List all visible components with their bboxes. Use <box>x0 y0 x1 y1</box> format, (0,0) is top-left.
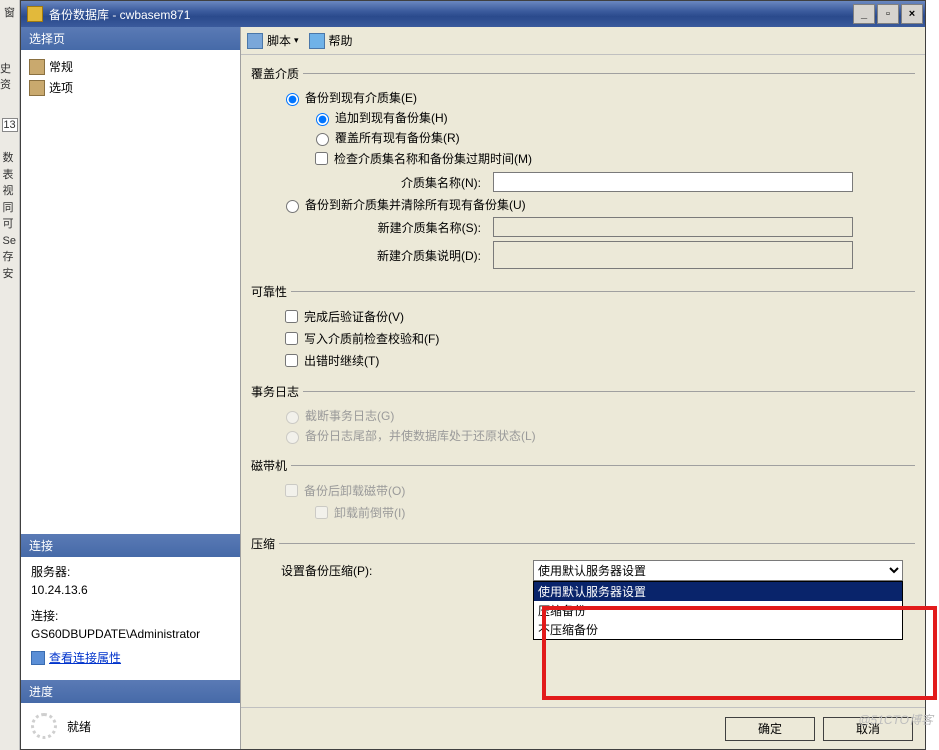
help-label: 帮助 <box>329 32 353 49</box>
backup-existing-radio[interactable] <box>286 93 299 106</box>
new-media-desc-label: 新建介质集说明(D): <box>291 247 481 264</box>
close-button[interactable]: × <box>901 4 923 24</box>
chevron-down-icon: ▾ <box>294 35 299 46</box>
rewind-checkbox <box>315 506 328 519</box>
watermark: @51CTO博客 <box>858 711 933 728</box>
titlebar: 备份数据库 - cwbasem871 _ ▫ × <box>21 1 925 27</box>
new-media-desc-input <box>493 241 853 269</box>
progress-status: 就绪 <box>67 718 91 735</box>
new-media-name-input <box>493 217 853 237</box>
radio-label: 备份日志尾部，并使数据库处于还原状态(L) <box>305 427 536 444</box>
backup-new-media-radio[interactable] <box>286 200 299 213</box>
help-button[interactable]: 帮助 <box>309 32 353 49</box>
server-label: 服务器: <box>31 563 230 581</box>
compress-option-default[interactable]: 使用默认服务器设置 <box>534 582 902 601</box>
link-label: 查看连接属性 <box>49 649 121 667</box>
group-legend: 可靠性 <box>251 283 291 300</box>
radio-label: 追加到现有备份集(H) <box>335 109 448 126</box>
radio-label: 截断事务日志(G) <box>305 407 394 424</box>
script-icon <box>247 33 263 49</box>
checkbox-label: 检查介质集名称和备份集过期时间(M) <box>334 150 532 167</box>
append-radio[interactable] <box>316 113 329 126</box>
checkbox-label: 写入介质前检查校验和(F) <box>304 330 439 347</box>
radio-label: 覆盖所有现有备份集(R) <box>335 129 460 146</box>
group-legend: 磁带机 <box>251 457 291 474</box>
window-title: 备份数据库 - cwbasem871 <box>49 6 851 23</box>
connection-panel: 服务器: 10.24.13.6 连接: GS60DBUPDATE\Adminis… <box>21 557 240 680</box>
view-connection-properties-link[interactable]: 查看连接属性 <box>31 649 121 667</box>
form-area: 覆盖介质 备份到现有介质集(E) 追加到现有备份集(H) 覆盖所有现有备份集(R… <box>241 55 925 707</box>
unload-tape-checkbox <box>285 484 298 497</box>
new-media-name-label: 新建介质集名称(S): <box>291 219 481 236</box>
checksum-checkbox[interactable] <box>285 332 298 345</box>
media-name-label: 介质集名称(N): <box>291 174 481 191</box>
continue-on-error-checkbox[interactable] <box>285 354 298 367</box>
truncate-log-radio <box>286 411 299 424</box>
group-legend: 事务日志 <box>251 383 303 400</box>
radio-label: 备份到现有介质集(E) <box>305 89 417 106</box>
server-value: 10.24.13.6 <box>31 581 230 599</box>
checkbox-label: 备份后卸载磁带(O) <box>304 482 405 499</box>
compress-select-wrap: 使用默认服务器设置 使用默认服务器设置 压缩备份 不压缩备份 <box>533 560 903 581</box>
dialog-footer: 确定 取消 <box>241 707 925 749</box>
verify-checkbox[interactable] <box>285 310 298 323</box>
progress-panel: 就绪 <box>21 703 240 749</box>
progress-spinner-icon <box>31 713 57 739</box>
connection-header: 连接 <box>21 534 240 557</box>
sidebar-item-options[interactable]: 选项 <box>29 77 234 98</box>
reliability-group: 可靠性 完成后验证备份(V) 写入介质前检查校验和(F) 出错时继续(T) <box>251 283 915 375</box>
txlog-group: 事务日志 截断事务日志(G) 备份日志尾部，并使数据库处于还原状态(L) <box>251 383 915 449</box>
compress-label: 设置备份压缩(P): <box>281 562 521 579</box>
tape-group: 磁带机 备份后卸载磁带(O) 卸载前倒带(I) <box>251 457 915 527</box>
media-name-input[interactable] <box>493 172 853 192</box>
progress-header: 进度 <box>21 680 240 703</box>
radio-label: 备份到新介质集并清除所有现有备份集(U) <box>305 196 526 213</box>
minimize-button[interactable]: _ <box>853 4 875 24</box>
sidebar: 选择页 常规 选项 连接 服务器: 10.24.13.6 连接: GS60DBU… <box>21 27 241 749</box>
page-icon <box>29 80 45 96</box>
overwrite-media-group: 覆盖介质 备份到现有介质集(E) 追加到现有备份集(H) 覆盖所有现有备份集(R… <box>251 65 915 275</box>
help-icon <box>309 33 325 49</box>
properties-icon <box>31 651 45 665</box>
script-dropdown[interactable]: 脚本 ▾ <box>247 32 299 49</box>
checkbox-label: 卸载前倒带(I) <box>334 504 405 521</box>
page-icon <box>29 59 45 75</box>
toolbar: 脚本 ▾ 帮助 <box>241 27 925 55</box>
db-icon <box>27 6 43 22</box>
compress-option-compress[interactable]: 压缩备份 <box>534 601 902 620</box>
select-page-header: 选择页 <box>21 27 240 50</box>
group-legend: 压缩 <box>251 535 279 552</box>
compress-group: 压缩 设置备份压缩(P): 使用默认服务器设置 使用默认服务器设置 压缩备份 不… <box>251 535 915 587</box>
connection-label: 连接: <box>31 607 230 625</box>
background-app-strip: 窗 史资 13 数 表 视 同 可 Se 存 安 <box>0 0 20 750</box>
group-legend: 覆盖介质 <box>251 65 303 82</box>
checkbox-label: 出错时继续(T) <box>304 352 379 369</box>
restore-button[interactable]: ▫ <box>877 4 899 24</box>
page-tree: 常规 选项 <box>21 50 240 104</box>
sidebar-item-label: 选项 <box>49 79 73 96</box>
sidebar-item-general[interactable]: 常规 <box>29 56 234 77</box>
ok-button[interactable]: 确定 <box>725 717 815 741</box>
compress-listbox[interactable]: 使用默认服务器设置 压缩备份 不压缩备份 <box>533 581 903 640</box>
backup-database-dialog: 备份数据库 - cwbasem871 _ ▫ × 选择页 常规 选项 连接 <box>20 0 926 750</box>
overwrite-all-radio[interactable] <box>316 133 329 146</box>
main-panel: 脚本 ▾ 帮助 覆盖介质 备份到现有介质集(E) <box>241 27 925 749</box>
check-media-checkbox[interactable] <box>315 152 328 165</box>
compress-option-nocompress[interactable]: 不压缩备份 <box>534 620 902 639</box>
compress-combo[interactable]: 使用默认服务器设置 <box>533 560 903 581</box>
script-label: 脚本 <box>267 32 291 49</box>
sidebar-item-label: 常规 <box>49 58 73 75</box>
connection-value: GS60DBUPDATE\Administrator <box>31 625 230 643</box>
checkbox-label: 完成后验证备份(V) <box>304 308 404 325</box>
backup-tail-radio <box>286 431 299 444</box>
